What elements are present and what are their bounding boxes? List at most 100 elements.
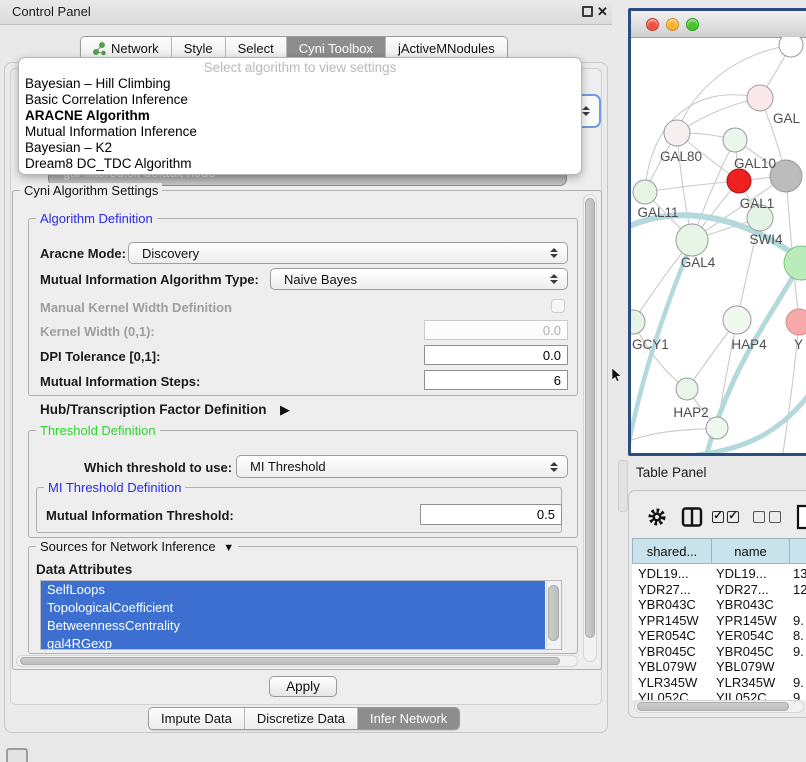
mi-steps-label: Mutual Information Steps: — [40, 374, 200, 389]
manual-kernel-checkbox[interactable] — [551, 299, 565, 313]
close-panel-button[interactable]: ✕ — [597, 4, 608, 20]
cell-name: YDR27... — [716, 582, 788, 598]
node-unlabeled — [779, 37, 803, 57]
unchecked-boxes-icon[interactable] — [753, 511, 781, 523]
table-row[interactable]: YBR043C YBR043C — [632, 597, 806, 613]
node-label: HAP2 — [673, 405, 708, 420]
node-label: GAL4 — [681, 255, 716, 270]
aracne-mode-label: Aracne Mode: — [40, 246, 126, 261]
mi-steps-field[interactable] — [424, 370, 568, 390]
sources-group-title: Sources for Network Inference — [40, 539, 216, 554]
table-row[interactable]: YIL052C YIL052C 9 — [632, 690, 806, 700]
node-label: SWI4 — [749, 232, 782, 247]
cyni-algorithm-settings-title: Cyni Algorithm Settings — [20, 183, 162, 198]
data-attributes-listbox: SelfLoops TopologicalCoefficient Between… — [40, 580, 562, 650]
cell-value — [793, 597, 806, 613]
mouse-cursor — [612, 368, 622, 382]
aracne-mode-combo[interactable]: Discovery — [128, 242, 568, 264]
column-header-shared[interactable]: shared... — [632, 538, 712, 564]
table-row[interactable]: YBL079W YBL079W — [632, 659, 806, 675]
cell-value: 9. — [793, 613, 806, 629]
tab-infer-network[interactable]: Infer Network — [358, 708, 459, 729]
node-label: HAP4 — [731, 337, 767, 352]
hub-definition-expander[interactable]: Hub/Transcription Factor Definition ▶ — [40, 401, 290, 419]
column-header-label: shared... — [647, 544, 698, 559]
cell-shared-name: YER054C — [638, 628, 710, 644]
data-attributes-label: Data Attributes — [36, 562, 132, 577]
window-close-icon[interactable] — [646, 18, 659, 31]
combo-stepper-icon — [550, 462, 558, 472]
menu-item-bayesian-k2[interactable]: Bayesian – K2 — [25, 140, 575, 156]
node-label: GAL80 — [660, 149, 702, 164]
node-label: GAL10 — [734, 156, 776, 171]
window-zoom-icon[interactable] — [686, 18, 699, 31]
threshold-definition-title: Threshold Definition — [36, 423, 160, 438]
network-view-frame[interactable]: GAL GAL80 GAL10 GAL1 GAL11 SWI4 GAL4 GCY… — [628, 8, 806, 456]
which-threshold-combo[interactable]: MI Threshold — [236, 455, 568, 478]
cell-name: YDL19... — [716, 566, 788, 582]
checked-boxes-icon[interactable]: ✓✓ — [712, 511, 739, 523]
node-hap4 — [723, 306, 751, 334]
expander-right-arrow-icon: ▶ — [280, 402, 290, 417]
menu-item-basic-correlation[interactable]: Basic Correlation Inference — [25, 92, 575, 108]
table-row[interactable]: YLR345W YLR345W 9. — [632, 675, 806, 691]
window-minimize-icon[interactable] — [666, 18, 679, 31]
list-item[interactable]: SelfLoops — [41, 581, 545, 599]
node-label: GCY1 — [632, 337, 669, 352]
tab-style-label: Style — [184, 41, 213, 56]
list-item[interactable]: BetweennessCentrality — [41, 617, 545, 635]
mi-type-combo[interactable]: Naive Bayes — [270, 268, 568, 290]
tab-infer-network-label: Infer Network — [370, 711, 447, 726]
node-table: shared... name YDL19... YDL19... 13 YDR2… — [632, 538, 806, 700]
list-item[interactable]: gal4RGexp — [41, 635, 545, 650]
sources-group-titlebar[interactable]: Sources for Network Inference ▼ — [36, 539, 238, 554]
network-window-titlebar[interactable] — [631, 11, 806, 38]
node-unlabeled — [706, 417, 728, 439]
cell-name: YPR145W — [716, 613, 788, 629]
menu-item-aracne[interactable]: ARACNE Algorithm — [25, 108, 575, 124]
combo-stepper-icon — [582, 106, 590, 116]
menu-item-mutual-information[interactable]: Mutual Information Inference — [25, 124, 575, 140]
cell-shared-name: YBR045C — [638, 644, 710, 660]
table-row[interactable]: YPR145W YPR145W 9. — [632, 613, 806, 629]
list-item[interactable]: TopologicalCoefficient — [41, 599, 545, 617]
apply-button[interactable]: Apply — [269, 676, 337, 697]
node-gal80 — [664, 120, 690, 146]
table-row[interactable]: YDL19... YDL19... 13 — [632, 566, 806, 582]
menu-item-dream8[interactable]: Dream8 DC_TDC Algorithm — [25, 156, 575, 172]
cell-name: YLR345W — [716, 675, 788, 691]
tab-impute-data[interactable]: Impute Data — [149, 708, 245, 729]
aracne-mode-value: Discovery — [142, 246, 199, 261]
cell-shared-name: YPR145W — [638, 613, 710, 629]
cell-shared-name: YIL052C — [638, 690, 710, 700]
list-vertical-scrollbar-thumb[interactable] — [548, 585, 559, 641]
tab-jactivemnodules-label: jActiveMNodules — [398, 41, 495, 56]
cell-shared-name: YDL19... — [638, 566, 710, 582]
dpi-tolerance-field[interactable] — [424, 345, 568, 365]
hub-definition-label: Hub/Transcription Factor Definition — [40, 402, 267, 417]
which-threshold-label: Which threshold to use: — [84, 460, 232, 475]
side-scrollbar-fragment[interactable] — [618, 460, 628, 512]
network-canvas[interactable]: GAL GAL80 GAL10 GAL1 GAL11 SWI4 GAL4 GCY… — [631, 37, 806, 453]
tab-network-label: Network — [111, 41, 159, 56]
menu-item-bayesian-hill-climbing[interactable]: Bayesian – Hill Climbing — [25, 76, 575, 92]
column-header-name[interactable]: name — [711, 538, 790, 564]
table-row[interactable]: YDR27... YDR27... 12 — [632, 582, 806, 598]
cell-shared-name: YLR345W — [638, 675, 710, 691]
node-gal1-red — [727, 169, 751, 193]
table-row[interactable]: YBR045C YBR045C 9. — [632, 644, 806, 660]
document-icon[interactable] — [796, 504, 806, 530]
mi-type-label: Mutual Information Algorithm Type: — [40, 272, 259, 287]
mi-threshold-field[interactable] — [420, 504, 562, 525]
kernel-width-field[interactable] — [424, 320, 568, 340]
gear-icon[interactable] — [646, 506, 668, 528]
table-horizontal-scrollbar-thumb[interactable] — [637, 702, 789, 711]
settings-vertical-scrollbar-thumb[interactable] — [585, 198, 595, 638]
column-header-partial[interactable] — [789, 538, 806, 564]
tab-discretize-data[interactable]: Discretize Data — [245, 708, 358, 729]
minimized-panel-icon[interactable] — [6, 748, 28, 762]
settings-horizontal-scrollbar-thumb[interactable] — [20, 657, 560, 665]
table-row[interactable]: YER054C YER054C 8. — [632, 628, 806, 644]
float-panel-button[interactable] — [582, 6, 593, 17]
split-columns-icon[interactable] — [681, 506, 703, 528]
